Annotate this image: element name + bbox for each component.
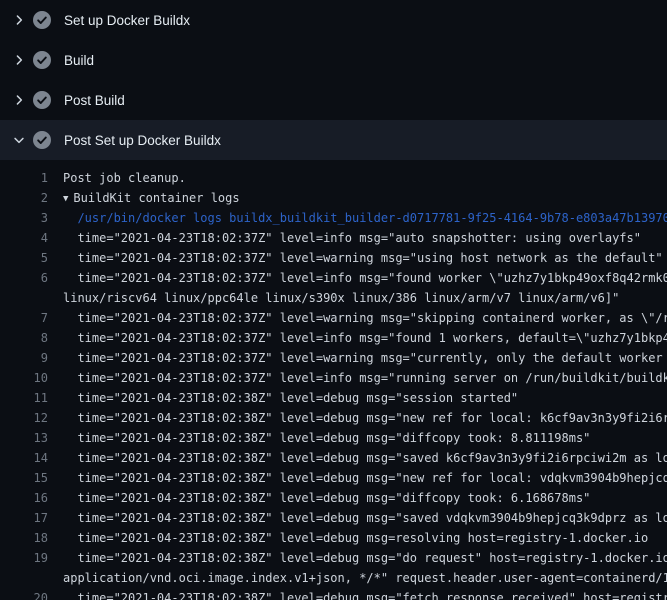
- log-text: application/vnd.oci.image.index.v1+json,…: [48, 568, 667, 588]
- step-label: Set up Docker Buildx: [64, 13, 190, 28]
- actions-log-viewer: Set up Docker Buildx Build Post Build Post …: [0, 0, 667, 600]
- line-number[interactable]: 6: [0, 268, 48, 288]
- log-text: time="2021-04-23T18:02:37Z" level=warnin…: [48, 348, 667, 368]
- log-line: 16 time="2021-04-23T18:02:38Z" level=deb…: [0, 488, 667, 508]
- step-header-post-build[interactable]: Post Build: [0, 80, 667, 120]
- log-text: time="2021-04-23T18:02:37Z" level=info m…: [48, 228, 641, 248]
- log-area: 1Post job cleanup.2 ▼ BuildKit container l…: [0, 160, 667, 600]
- line-number[interactable]: 3: [0, 208, 48, 228]
- log-command-text: /usr/bin/docker logs buildx_buildkit_bui…: [48, 208, 667, 228]
- log-text: time="2021-04-23T18:02:38Z" level=debug …: [48, 468, 667, 488]
- log-group-header[interactable]: 2 ▼ BuildKit container logs: [0, 188, 667, 208]
- log-text: time="2021-04-23T18:02:38Z" level=debug …: [48, 508, 667, 528]
- log-line: 10 time="2021-04-23T18:02:37Z" level=inf…: [0, 368, 667, 388]
- log-text: time="2021-04-23T18:02:38Z" level=debug …: [48, 388, 518, 408]
- log-line: 19 time="2021-04-23T18:02:38Z" level=deb…: [0, 548, 667, 568]
- log-line: 9 time="2021-04-23T18:02:37Z" level=warn…: [0, 348, 667, 368]
- chevron-right-icon[interactable]: [12, 53, 26, 67]
- chevron-down-icon[interactable]: [12, 133, 26, 147]
- line-number[interactable]: 12: [0, 408, 48, 428]
- line-number[interactable]: 19: [0, 548, 48, 568]
- step-label: Post Build: [64, 93, 125, 108]
- check-circle-icon: [33, 91, 51, 109]
- log-text: time="2021-04-23T18:02:38Z" level=debug …: [48, 528, 648, 548]
- log-line: 15 time="2021-04-23T18:02:38Z" level=deb…: [0, 468, 667, 488]
- triangle-down-icon[interactable]: ▼: [63, 189, 68, 209]
- line-number[interactable]: 13: [0, 428, 48, 448]
- line-number[interactable]: 15: [0, 468, 48, 488]
- log-text: time="2021-04-23T18:02:37Z" level=info m…: [48, 368, 667, 388]
- check-circle-icon: [33, 51, 51, 69]
- log-line: 14 time="2021-04-23T18:02:38Z" level=deb…: [0, 448, 667, 468]
- log-line-wrap: linux/riscv64 linux/ppc64le linux/s390x …: [0, 288, 667, 308]
- log-text: time="2021-04-23T18:02:38Z" level=debug …: [48, 428, 590, 448]
- step-header-post-set-up-docker-buildx[interactable]: Post Set up Docker Buildx: [0, 120, 667, 160]
- line-number[interactable]: 10: [0, 368, 48, 388]
- chevron-right-icon[interactable]: [12, 13, 26, 27]
- line-number[interactable]: 1: [0, 168, 48, 188]
- log-line: 7 time="2021-04-23T18:02:37Z" level=warn…: [0, 308, 667, 328]
- log-line: 6 time="2021-04-23T18:02:37Z" level=info…: [0, 268, 667, 288]
- line-number[interactable]: 16: [0, 488, 48, 508]
- log-line: 1Post job cleanup.: [0, 168, 667, 188]
- line-number: [0, 568, 48, 588]
- log-line: 3 /usr/bin/docker logs buildx_buildkit_b…: [0, 208, 667, 228]
- step-label: Build: [64, 53, 94, 68]
- line-number[interactable]: 18: [0, 528, 48, 548]
- line-number[interactable]: 14: [0, 448, 48, 468]
- log-line: 13 time="2021-04-23T18:02:38Z" level=deb…: [0, 428, 667, 448]
- log-text: Post job cleanup.: [48, 168, 186, 188]
- log-text: time="2021-04-23T18:02:37Z" level=warnin…: [48, 308, 667, 328]
- line-number[interactable]: 7: [0, 308, 48, 328]
- step-header-build[interactable]: Build: [0, 40, 667, 80]
- step-header-set-up-docker-buildx[interactable]: Set up Docker Buildx: [0, 0, 667, 40]
- log-text: time="2021-04-23T18:02:38Z" level=debug …: [48, 448, 667, 468]
- log-text: time="2021-04-23T18:02:38Z" level=debug …: [48, 588, 667, 600]
- log-line: 17 time="2021-04-23T18:02:38Z" level=deb…: [0, 508, 667, 528]
- steps-list: Set up Docker Buildx Build Post Build Post …: [0, 0, 667, 160]
- line-number[interactable]: 17: [0, 508, 48, 528]
- line-number[interactable]: 9: [0, 348, 48, 368]
- step-label: Post Set up Docker Buildx: [64, 133, 221, 148]
- log-line: 8 time="2021-04-23T18:02:37Z" level=info…: [0, 328, 667, 348]
- log-line: 11 time="2021-04-23T18:02:38Z" level=deb…: [0, 388, 667, 408]
- line-number[interactable]: 11: [0, 388, 48, 408]
- log-text: time="2021-04-23T18:02:37Z" level=info m…: [48, 328, 667, 348]
- line-number[interactable]: 8: [0, 328, 48, 348]
- log-text: time="2021-04-23T18:02:38Z" level=debug …: [48, 408, 667, 428]
- line-number[interactable]: 4: [0, 228, 48, 248]
- line-number[interactable]: 2: [0, 188, 48, 208]
- check-circle-icon: [33, 11, 51, 29]
- log-text: time="2021-04-23T18:02:38Z" level=debug …: [48, 548, 667, 568]
- log-line: 18 time="2021-04-23T18:02:38Z" level=deb…: [0, 528, 667, 548]
- log-group-label: BuildKit container logs: [73, 191, 239, 205]
- log-text: linux/riscv64 linux/ppc64le linux/s390x …: [48, 288, 619, 308]
- line-number: [0, 288, 48, 308]
- log-text: time="2021-04-23T18:02:37Z" level=warnin…: [48, 248, 663, 268]
- log-text: time="2021-04-23T18:02:38Z" level=debug …: [48, 488, 590, 508]
- log-line: 20 time="2021-04-23T18:02:38Z" level=deb…: [0, 588, 667, 600]
- log-text: time="2021-04-23T18:02:37Z" level=info m…: [48, 268, 667, 288]
- log-group-title: ▼ BuildKit container logs: [48, 188, 240, 208]
- check-circle-icon: [33, 131, 51, 149]
- line-number[interactable]: 20: [0, 588, 48, 600]
- log-line: 12 time="2021-04-23T18:02:38Z" level=deb…: [0, 408, 667, 428]
- log-line: 5 time="2021-04-23T18:02:37Z" level=warn…: [0, 248, 667, 268]
- line-number[interactable]: 5: [0, 248, 48, 268]
- chevron-right-icon[interactable]: [12, 93, 26, 107]
- log-line-wrap: application/vnd.oci.image.index.v1+json,…: [0, 568, 667, 588]
- log-line: 4 time="2021-04-23T18:02:37Z" level=info…: [0, 228, 667, 248]
